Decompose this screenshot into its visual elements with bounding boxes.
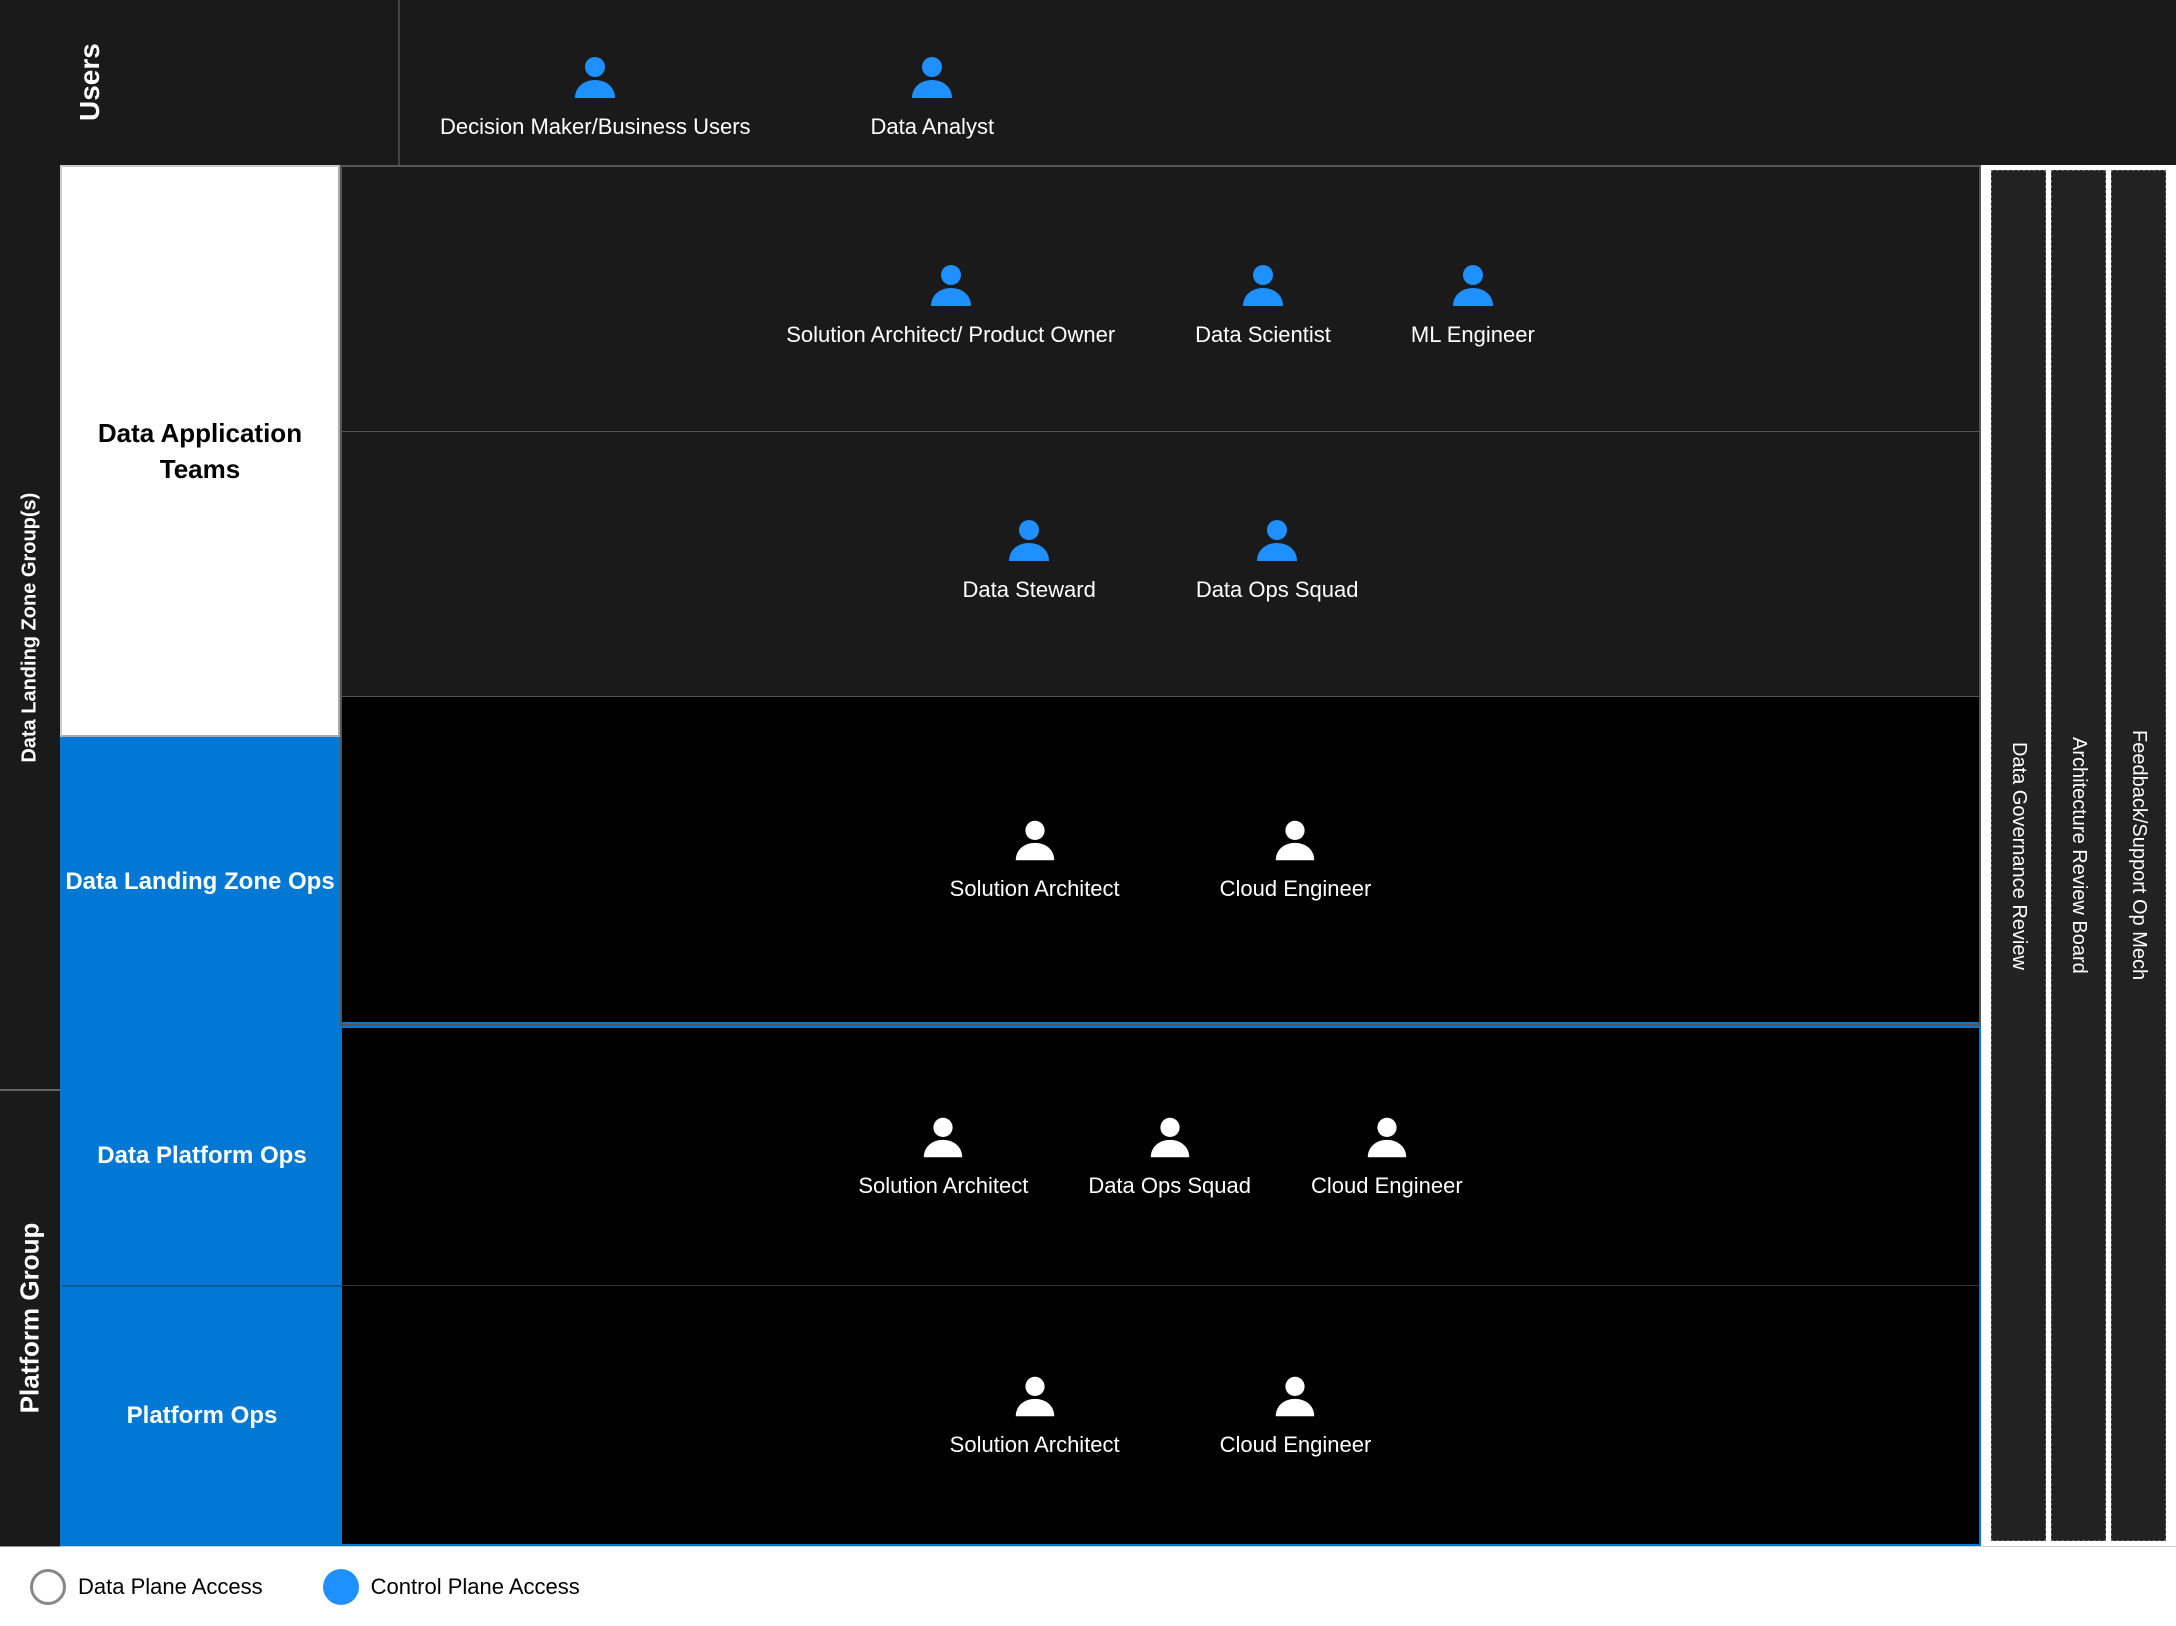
dat-ml-engineer: ML Engineer: [1411, 260, 1535, 348]
p-ce-label: Cloud Engineer: [1220, 1432, 1372, 1458]
legend-data-plane: Data Plane Access: [30, 1569, 263, 1605]
user-decision-maker: Decision Maker/Business Users: [440, 52, 751, 140]
dlz-ops-block-text: Data Landing Zone Ops: [65, 865, 334, 899]
dat-ops-label: Data Ops Squad: [1196, 577, 1359, 603]
top-spacer: [0, 0, 60, 165]
dat-solution-architect: Solution Architect/ Product Owner: [786, 260, 1115, 348]
p-sa-label: Solution Architect: [950, 1432, 1120, 1458]
person-icon-sa: [925, 260, 977, 312]
data-platform-ops-label-block: Data Platform Ops: [62, 1028, 342, 1287]
platform-ops-label-block: Platform Ops: [62, 1287, 342, 1544]
dp-sa-label: Solution Architect: [858, 1173, 1028, 1199]
legend: Data Plane Access Control Plane Access: [0, 1546, 2176, 1626]
person-icon-dp-ops: [1145, 1113, 1195, 1163]
dat-data-steward: Data Steward: [963, 515, 1096, 603]
person-icon-ml: [1447, 260, 1499, 312]
person-icon-dp-sa: [918, 1113, 968, 1163]
users-row: Users Decision Maker/Business Users Data…: [0, 0, 2176, 165]
p-ops-block-text: Platform Ops: [127, 1399, 278, 1433]
p-cloud-engineer: Cloud Engineer: [1220, 1372, 1372, 1458]
user-icon-blue-2: [906, 52, 958, 104]
right-spacer-top: [1936, 0, 2176, 165]
dp-ce-label: Cloud Engineer: [1311, 1173, 1463, 1199]
dat-ml-label: ML Engineer: [1411, 322, 1535, 348]
dat-label-block: Data Application Teams: [60, 165, 340, 737]
mid-area: Data Landing Zone Group(s) Platform Grou…: [0, 165, 2176, 1546]
dat-data-scientist: Data Scientist: [1195, 260, 1331, 348]
dlz-cloud-engineer: Cloud Engineer: [1220, 816, 1372, 902]
dlz-label-col: Data Application Teams Data Landing Zone…: [60, 165, 340, 1026]
person-icon-ops: [1251, 515, 1303, 567]
user-icon-blue: [569, 52, 621, 104]
dat-data-ops-squad: Data Ops Squad: [1196, 515, 1359, 603]
dat-sa-label: Solution Architect/ Product Owner: [786, 322, 1115, 348]
platform-group-section: Data Platform Ops Platform Ops: [60, 1026, 1981, 1546]
dp-data-ops-squad: Data Ops Squad: [1088, 1113, 1251, 1199]
left-vlabels: Data Landing Zone Group(s) Platform Grou…: [0, 165, 60, 1546]
dlz-sa-label: Solution Architect: [950, 876, 1120, 902]
dlz-solution-architect: Solution Architect: [950, 816, 1120, 902]
sidebar-feedback-support: Feedback/Support Op Mech: [2111, 170, 2166, 1541]
dlz-ops-label-block: Data Landing Zone Ops: [60, 737, 340, 1025]
legend-filled-circle: [323, 1569, 359, 1605]
person-icon-dp-ce: [1362, 1113, 1412, 1163]
person-icon-p-ce: [1270, 1372, 1320, 1422]
platform-content-panels: Solution Architect Data Ops Squad: [342, 1028, 1979, 1544]
dp-ops-block-text: Data Platform Ops: [97, 1139, 306, 1173]
dat-block-text: Data Application Teams: [62, 415, 338, 488]
dp-ops-label: Data Ops Squad: [1088, 1173, 1251, 1199]
users-left-spacer: [120, 0, 400, 165]
dp-ops-content-panel: Solution Architect Data Ops Squad: [342, 1028, 1979, 1287]
user-data-analyst-label: Data Analyst: [871, 114, 995, 140]
users-label: Users: [60, 0, 120, 165]
dlz-group-label: Data Landing Zone Group(s): [0, 165, 60, 1090]
person-icon-dlz-sa: [1010, 816, 1060, 866]
dat-top-row: Solution Architect/ Product Owner Data S…: [342, 167, 1979, 432]
user-data-analyst: Data Analyst: [871, 52, 995, 140]
dlz-content-col: Solution Architect/ Product Owner Data S…: [340, 165, 1981, 1026]
platform-label-col: Data Platform Ops Platform Ops: [62, 1028, 342, 1544]
diagram-container: Users Decision Maker/Business Users Data…: [0, 0, 2176, 1626]
person-icon-p-sa: [1010, 1372, 1060, 1422]
legend-empty-circle: [30, 1569, 66, 1605]
p-ops-content-panel: Solution Architect Cloud Engineer: [342, 1286, 1979, 1544]
legend-control-plane-label: Control Plane Access: [371, 1574, 580, 1600]
legend-data-plane-label: Data Plane Access: [78, 1574, 263, 1600]
dlz-group-section: Data Application Teams Data Landing Zone…: [60, 165, 1981, 1026]
dp-cloud-engineer: Cloud Engineer: [1311, 1113, 1463, 1199]
legend-control-plane: Control Plane Access: [323, 1569, 580, 1605]
dat-ds-label: Data Scientist: [1195, 322, 1331, 348]
dat-bottom-row: Data Steward Data Ops Squad: [342, 432, 1979, 696]
dat-content-panel: Solution Architect/ Product Owner Data S…: [342, 167, 1979, 697]
person-icon-ds: [1237, 260, 1289, 312]
person-icon-dlz-ce: [1270, 816, 1320, 866]
platform-group-label: Platform Group: [0, 1090, 60, 1546]
sidebar-architecture-review: Architecture Review Board: [2051, 170, 2106, 1541]
right-sidebar: Data Governance Review Architecture Revi…: [1981, 165, 2176, 1546]
person-icon-steward: [1003, 515, 1055, 567]
p-solution-architect: Solution Architect: [950, 1372, 1120, 1458]
sidebar-data-governance: Data Governance Review: [1991, 170, 2046, 1541]
user-decision-maker-label: Decision Maker/Business Users: [440, 114, 751, 140]
dp-solution-architect: Solution Architect: [858, 1113, 1028, 1199]
dlz-ops-content-panel: Solution Architect Cloud Engineer: [342, 697, 1979, 1024]
main-content: Data Application Teams Data Landing Zone…: [60, 165, 1981, 1546]
users-content: Decision Maker/Business Users Data Analy…: [400, 0, 1936, 165]
dlz-ce-label: Cloud Engineer: [1220, 876, 1372, 902]
dat-steward-label: Data Steward: [963, 577, 1096, 603]
